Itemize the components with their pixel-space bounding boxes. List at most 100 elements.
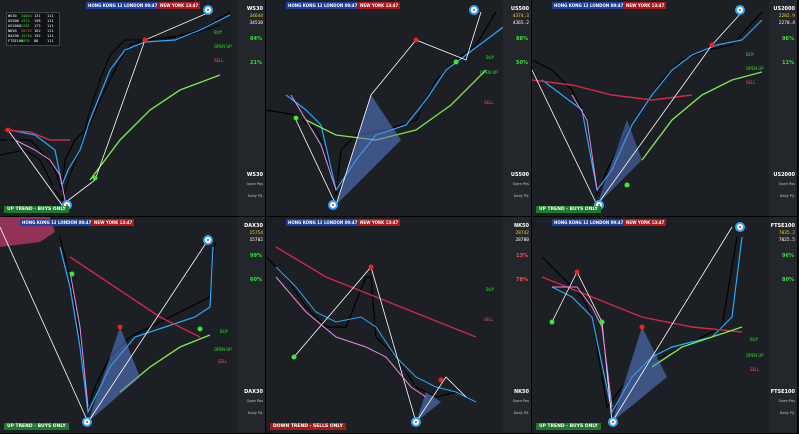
zoom-marker-icon[interactable] xyxy=(735,222,745,232)
zoom-marker-icon[interactable] xyxy=(203,5,213,15)
chart-grid: HONG KONG 13:47 LONDON 09:47 NEW YORK 13… xyxy=(0,0,799,434)
zoom-marker-icon[interactable] xyxy=(203,235,213,245)
chart-panel-nk50[interactable]: HONG KONG 13:47 LONDON 09:47 NEW YORK 13… xyxy=(266,217,532,434)
session-london: LONDON 09:47 xyxy=(322,219,360,226)
strength-pct-2: 11% xyxy=(782,60,794,66)
daily-pl-label: Daily P/L xyxy=(779,411,795,415)
sell-label: SELL xyxy=(218,359,228,364)
session-london: LONDON 09:47 xyxy=(588,219,626,226)
trend-badge: UP TREND - BUYS ONLY xyxy=(4,423,69,430)
strength-pct: 96% xyxy=(782,253,794,259)
daily-pl-label: Daily P/L xyxy=(513,194,529,198)
bottom-symbol: US500 xyxy=(510,172,529,178)
bid-price: 34644 xyxy=(249,14,263,19)
zoom-marker-icon[interactable] xyxy=(735,5,745,15)
symbol-label: NK50 xyxy=(513,223,529,229)
strength-pct: 84% xyxy=(250,36,262,42)
market-table: WS30 34644 131 111 US500 4374 158 111 US2000 22… xyxy=(6,12,60,46)
zoom-marker-icon[interactable] xyxy=(608,417,618,427)
buy-label: BUY xyxy=(486,55,495,60)
buy-label: BUY xyxy=(214,30,223,35)
strength-pct-2: 80% xyxy=(782,277,794,283)
bid-price: 2282.9 xyxy=(778,14,795,19)
strength-pct-2: 60% xyxy=(250,277,262,283)
strength-pct-2: 78% xyxy=(516,277,528,283)
buy-label: BUY xyxy=(750,337,759,342)
strength-pct-2: 50% xyxy=(516,60,528,66)
buy-label: BUY xyxy=(746,52,755,57)
open-pos-label: Open Pos xyxy=(512,182,529,186)
chart-panel-us2000[interactable]: HONG KONG 13:47 LONDON 09:47 NEW YORK 13… xyxy=(532,0,798,217)
buy-label: BUY xyxy=(220,329,229,334)
sell-label: SELL xyxy=(746,80,756,85)
price-chart[interactable] xyxy=(266,0,532,217)
open-up-label: OPEN UP xyxy=(746,353,764,358)
trend-badge: DOWN TREND - SELLS ONLY xyxy=(270,423,346,430)
session-london: LONDON 09:47 xyxy=(56,219,94,226)
price-chart[interactable] xyxy=(0,217,266,434)
bottom-symbol: NK50 xyxy=(513,389,529,395)
symbol-label: US2000 xyxy=(773,6,795,12)
strength-pct: 96% xyxy=(782,36,794,42)
open-pos-label: Open Pos xyxy=(512,399,529,403)
symbol-label: DAX30 xyxy=(244,223,263,229)
chart-panel-us500[interactable]: HONG KONG 13:47 LONDON 09:47 NEW YORK 13… xyxy=(266,0,532,217)
zoom-marker-icon[interactable] xyxy=(82,417,92,427)
open-up-label: OPEN UP xyxy=(480,70,498,75)
session-ny: NEW YORK 13:47 xyxy=(358,2,401,9)
symbol-label: WS30 xyxy=(246,6,263,12)
strength-pct: 99% xyxy=(250,253,262,259)
symbol-label: US500 xyxy=(510,6,529,12)
bottom-symbol: DAX30 xyxy=(244,389,263,395)
daily-pl-label: Daily P/L xyxy=(247,411,263,415)
daily-pl-label: Daily P/L xyxy=(513,411,529,415)
session-ny: NEW YORK 13:47 xyxy=(624,2,667,9)
zoom-marker-icon[interactable] xyxy=(411,417,421,427)
bid-price: 28742 xyxy=(515,231,529,236)
bid-price: 7035.2 xyxy=(778,231,795,236)
ask-price: 4365.2 xyxy=(512,21,529,26)
session-ny: NEW YORK 13:47 xyxy=(624,219,667,226)
open-up-label: OPEN UP xyxy=(214,347,232,352)
sell-label: SELL xyxy=(484,317,494,322)
open-pos-label: Open Pos xyxy=(246,399,263,403)
chart-panel-ws30[interactable]: HONG KONG 13:47 LONDON 09:47 NEW YORK 13… xyxy=(0,0,266,217)
price-chart[interactable] xyxy=(266,217,532,434)
bid-price: 15754 xyxy=(249,231,263,236)
bid-price: 4374.3 xyxy=(512,14,529,19)
trend-badge: UP TREND - BUYS ONLY xyxy=(536,423,601,430)
ask-price: 7025.5 xyxy=(778,238,795,243)
zoom-marker-icon[interactable] xyxy=(328,200,338,210)
session-london: LONDON 09:47 xyxy=(122,2,160,9)
open-up-label: OPEN UP xyxy=(746,66,764,71)
chart-panel-ftse100[interactable]: HONG KONG 13:47 LONDON 09:47 NEW YORK 13… xyxy=(532,217,798,434)
symbol-label: FTSE100 xyxy=(770,223,795,229)
open-up-label: OPEN UP xyxy=(214,44,232,49)
ask-price: 15702 xyxy=(249,238,263,243)
ask-price: 34510 xyxy=(249,21,263,26)
bottom-symbol: WS30 xyxy=(246,172,263,178)
price-chart[interactable] xyxy=(532,0,798,217)
sell-label: SELL xyxy=(750,367,760,372)
sell-label: SELL xyxy=(484,100,494,105)
strength-pct: 88% xyxy=(516,36,528,42)
bottom-symbol: FTSE100 xyxy=(770,389,795,395)
session-ny: NEW YORK 13:47 xyxy=(158,2,201,9)
price-chart[interactable] xyxy=(532,217,798,434)
strength-pct-2: 21% xyxy=(250,60,262,66)
strength-pct: 13% xyxy=(516,253,528,259)
open-pos-label: Open Pos xyxy=(246,182,263,186)
zoom-marker-icon[interactable] xyxy=(469,5,479,15)
ask-price: 28780 xyxy=(515,238,529,243)
daily-pl-label: Daily P/L xyxy=(779,194,795,198)
open-pos-label: Open Pos xyxy=(778,182,795,186)
session-london: LONDON 09:47 xyxy=(588,2,626,9)
daily-pl-label: Daily P/L xyxy=(247,194,263,198)
trend-badge: UP TREND - BUYS ONLY xyxy=(536,206,601,213)
trend-badge: UP TREND - BUYS ONLY xyxy=(4,206,69,213)
sell-label: SELL xyxy=(214,58,224,63)
ask-price: 2270.4 xyxy=(778,21,795,26)
chart-panel-dax30[interactable]: HONG KONG 13:47 LONDON 09:47 NEW YORK 13… xyxy=(0,217,266,434)
buy-label: BUY xyxy=(486,287,495,292)
session-ny: NEW YORK 13:47 xyxy=(358,219,401,226)
